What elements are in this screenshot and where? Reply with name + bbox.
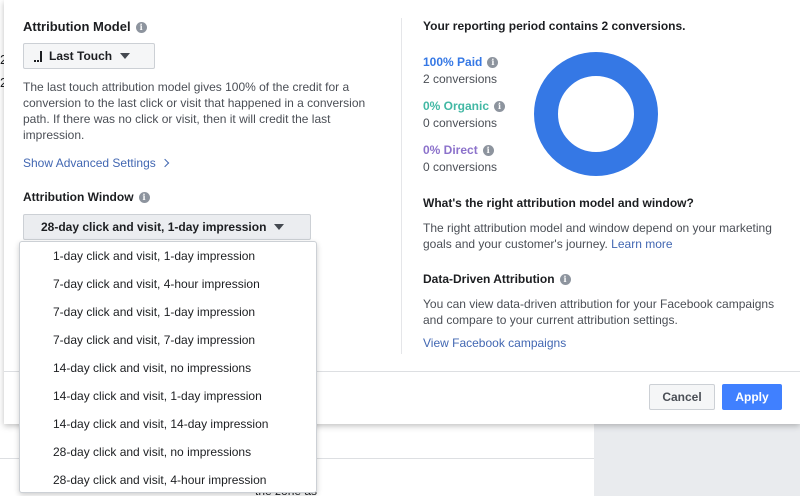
paid-percent: 100% Paid [423,55,483,69]
direct-stat-label: 0% Direct i [423,143,494,157]
apply-button[interactable]: Apply [722,384,782,410]
dropdown-option[interactable]: 7-day click and visit, 1-day impression [20,298,316,326]
info-icon[interactable]: i [559,274,571,285]
info-icon[interactable]: i [494,101,506,112]
donut-slice-0 [534,52,658,176]
data-driven-heading: Data-Driven Attribution i [423,272,571,286]
attribution-window-selected: 28-day click and visit, 1-day impression [41,220,267,234]
attribution-window-heading: Attribution Window i [23,190,150,204]
info-icon[interactable]: i [487,57,499,68]
help-text-body: The right attribution model and window d… [423,221,772,251]
reporting-heading: Your reporting period contains 2 convers… [423,19,686,33]
data-driven-heading-text: Data-Driven Attribution [423,272,555,286]
attribution-model-select[interactable]: Last Touch [23,43,155,69]
background-panel [594,420,800,496]
dropdown-option[interactable]: 7-day click and visit, 4-hour impression [20,270,316,298]
learn-more-link[interactable]: Learn more [611,237,672,251]
paid-stat-label: 100% Paid i [423,55,499,69]
bar-chart-icon [34,50,42,62]
cancel-button[interactable]: Cancel [649,384,715,410]
help-heading: What's the right attribution model and w… [423,196,694,210]
organic-conversions: 0 conversions [423,116,498,130]
attribution-window-select[interactable]: 28-day click and visit, 1-day impression [23,214,311,240]
direct-conversions: 0 conversions [423,160,498,174]
info-icon[interactable]: i [135,22,147,33]
chevron-right-icon [160,158,170,168]
dropdown-option[interactable]: 14-day click and visit, no impressions [20,354,316,382]
dropdown-option[interactable]: 28-day click and visit, no impressions [20,438,316,466]
attribution-model-selected: Last Touch [49,49,113,63]
conversions-donut-chart [534,52,658,176]
dropdown-option[interactable]: 14-day click and visit, 1-day impression [20,382,316,410]
attribution-model-heading-text: Attribution Model [23,19,131,34]
help-text: The right attribution model and window d… [423,220,773,252]
show-advanced-settings-link[interactable]: Show Advanced Settings [23,155,170,171]
dropdown-option[interactable]: 1-day click and visit, 1-day impression [20,242,316,270]
direct-percent: 0% Direct [423,143,478,157]
organic-percent: 0% Organic [423,99,490,113]
attribution-model-heading: Attribution Model i [23,19,147,34]
data-driven-text: You can view data-driven attribution for… [423,297,775,327]
show-advanced-settings-label: Show Advanced Settings [23,156,156,170]
organic-stat-label: 0% Organic i [423,99,506,113]
dropdown-option[interactable]: 28-day click and visit, 4-hour impressio… [20,466,316,492]
dropdown-option[interactable]: 7-day click and visit, 7-day impression [20,326,316,354]
info-icon[interactable]: i [138,192,150,203]
view-facebook-campaigns-link[interactable]: View Facebook campaigns [423,335,566,351]
attribution-window-heading-text: Attribution Window [23,190,134,204]
column-divider [401,18,402,354]
chevron-down-icon [120,53,131,59]
paid-conversions: 2 conversions [423,72,498,86]
attribution-window-dropdown: 1-day click and visit, 1-day impression … [19,241,317,493]
info-icon[interactable]: i [482,145,494,156]
dropdown-option[interactable]: 14-day click and visit, 14-day impressio… [20,410,316,438]
attribution-model-description: The last touch attribution model gives 1… [23,80,366,142]
chevron-down-icon [274,224,285,230]
